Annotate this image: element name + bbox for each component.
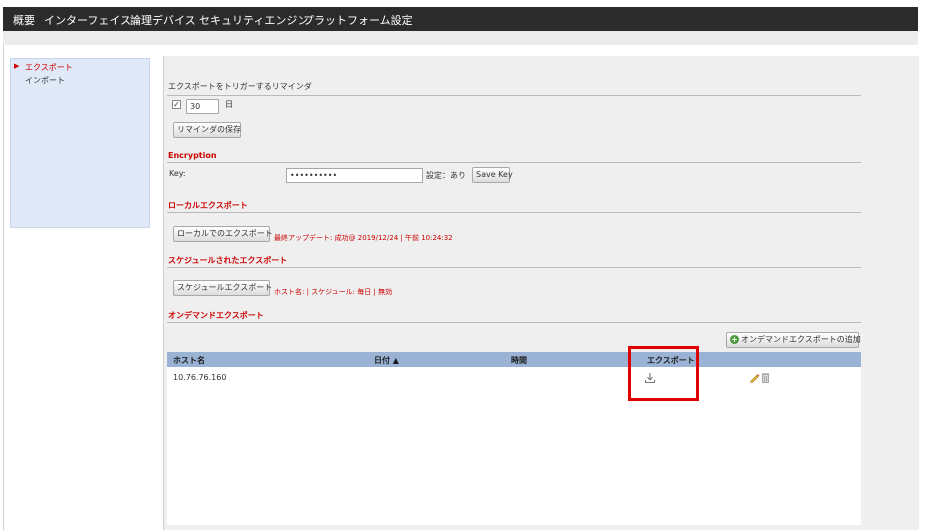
plus-icon: + bbox=[730, 335, 739, 344]
schedule-export-button[interactable]: スケジュールエクスポート bbox=[173, 280, 272, 296]
add-button-label: オンデマンドエクスポートの追加 bbox=[741, 335, 861, 344]
encryption-title: Encryption bbox=[168, 151, 217, 160]
section-divider bbox=[167, 267, 861, 268]
section-divider bbox=[167, 212, 861, 213]
trash-icon[interactable] bbox=[761, 372, 770, 383]
sub-bar bbox=[3, 31, 918, 45]
nav-interfaces[interactable]: インターフェイス bbox=[44, 12, 131, 28]
sidebar-item-import[interactable]: インポート bbox=[11, 73, 149, 86]
top-nav-bar: 概要 インターフェイス 論理デバイス セキュリティエンジン プラットフォーム設定 bbox=[3, 7, 918, 31]
highlight-box bbox=[628, 346, 699, 401]
sidebar-item-label: インポート bbox=[25, 76, 65, 85]
on-demand-export-title: オンデマンドエクスポート bbox=[168, 311, 264, 320]
nav-overview[interactable]: 概要 bbox=[13, 12, 35, 28]
local-export-title: ローカルエクスポート bbox=[168, 201, 248, 210]
left-divider bbox=[3, 45, 4, 530]
encryption-status: 設定：あり bbox=[426, 171, 466, 180]
encryption-key-label: Key: bbox=[169, 169, 186, 178]
sidebar: ▶ エクスポート インポート bbox=[10, 58, 150, 228]
reminder-days-input[interactable] bbox=[186, 99, 219, 114]
column-header-date[interactable]: 日付 ▲ bbox=[374, 355, 399, 366]
reminder-days-unit: 日 bbox=[225, 100, 233, 109]
reminder-title: エクスポートをトリガーするリマインダ bbox=[168, 82, 312, 91]
nav-logical-devices[interactable]: 論理デバイス bbox=[130, 12, 196, 28]
nav-security-engine[interactable]: セキュリティエンジン bbox=[199, 12, 308, 28]
caret-right-icon: ▶ bbox=[14, 62, 20, 70]
local-export-status: 最終アップデート: 成功@ 2019/12/24 | 午前 10:24:32 bbox=[274, 234, 453, 242]
section-divider bbox=[167, 95, 861, 96]
column-header-host[interactable]: ホスト名 bbox=[173, 355, 205, 366]
table-row: 10.76.76.160 bbox=[167, 368, 861, 388]
save-reminder-button[interactable]: リマインダの保存 bbox=[173, 122, 241, 138]
add-on-demand-export-button[interactable]: + オンデマンドエクスポートの追加 bbox=[726, 332, 861, 348]
save-key-button[interactable]: Save Key bbox=[472, 167, 513, 183]
scheduled-export-title: スケジュールされたエクスポート bbox=[168, 256, 288, 265]
pencil-icon[interactable] bbox=[749, 372, 760, 383]
column-header-time[interactable]: 時間 bbox=[511, 355, 527, 366]
cell-host: 10.76.76.160 bbox=[173, 373, 227, 382]
sidebar-item-export[interactable]: ▶ エクスポート bbox=[11, 60, 149, 73]
section-divider bbox=[167, 162, 861, 163]
sidebar-item-label: エクスポート bbox=[25, 63, 73, 72]
encryption-key-input[interactable] bbox=[286, 168, 423, 183]
reminder-checkbox[interactable]: ✓ bbox=[172, 100, 181, 109]
local-export-button[interactable]: ローカルでのエクスポート bbox=[173, 226, 273, 242]
nav-platform-settings[interactable]: プラットフォーム設定 bbox=[303, 12, 413, 28]
table-header: ホスト名 日付 ▲ 時間 エクスポート bbox=[167, 352, 861, 367]
section-divider bbox=[167, 322, 861, 323]
scheduled-export-status: ホスト名: | スケジュール: 毎日 | 無効 bbox=[274, 288, 393, 296]
on-demand-table: ホスト名 日付 ▲ 時間 エクスポート 10.76.76.160 bbox=[167, 352, 861, 525]
